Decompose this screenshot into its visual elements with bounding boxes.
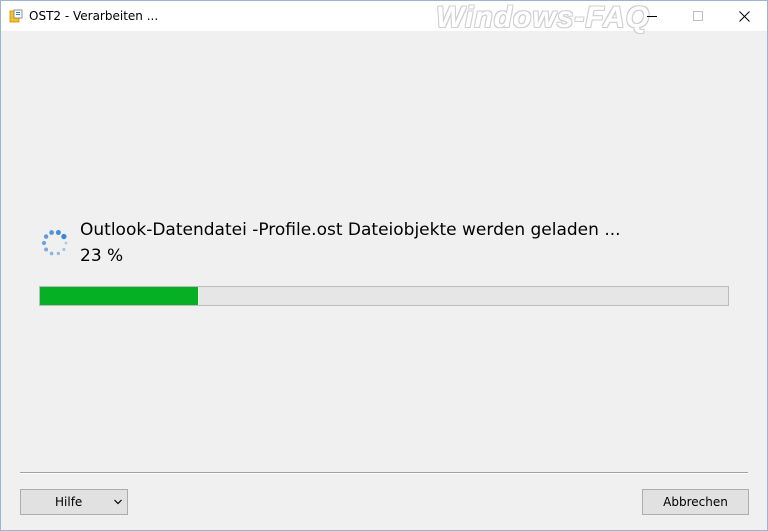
spinner-dot <box>64 241 68 245</box>
spinner-dot <box>56 251 61 256</box>
spinner-dot <box>61 233 67 240</box>
spinner-dot <box>49 230 54 235</box>
progress-bar <box>39 286 729 306</box>
cancel-button[interactable]: Abbrechen <box>642 489 749 515</box>
help-button-label: Hilfe <box>55 495 83 509</box>
chevron-down-icon <box>114 499 122 505</box>
close-button[interactable] <box>721 1 767 31</box>
close-icon <box>738 10 750 22</box>
spinner-dot <box>43 234 49 239</box>
app-icon <box>9 9 23 23</box>
spinner-dot <box>49 251 54 256</box>
spinner-dot <box>62 247 66 252</box>
watermark-text: Windows-FAQ <box>436 1 651 34</box>
minimize-button[interactable] <box>629 1 675 31</box>
cancel-button-label: Abbrechen <box>663 495 728 509</box>
window-title: OST2 - Verarbeiten ... <box>29 9 159 23</box>
progress-bar-fill <box>40 287 199 305</box>
maximize-icon <box>693 11 703 21</box>
help-button[interactable]: Hilfe <box>20 489 128 515</box>
title-bar[interactable]: OST2 - Verarbeiten ... Windows-FAQ <box>1 1 767 34</box>
loading-spinner-icon <box>41 230 68 256</box>
dialog-window: OST2 - Verarbeiten ... Windows-FAQ Outlo… <box>0 0 768 531</box>
footer-separator <box>20 472 748 474</box>
minimize-icon <box>647 16 657 17</box>
spinner-dot <box>44 247 49 252</box>
status-message: Outlook-Datendatei -Profile.ost Dateiobj… <box>80 220 621 240</box>
maximize-button[interactable] <box>675 1 721 31</box>
spinner-dot <box>55 230 61 236</box>
spinner-dot <box>41 240 47 246</box>
progress-percent: 23 % <box>80 246 124 266</box>
